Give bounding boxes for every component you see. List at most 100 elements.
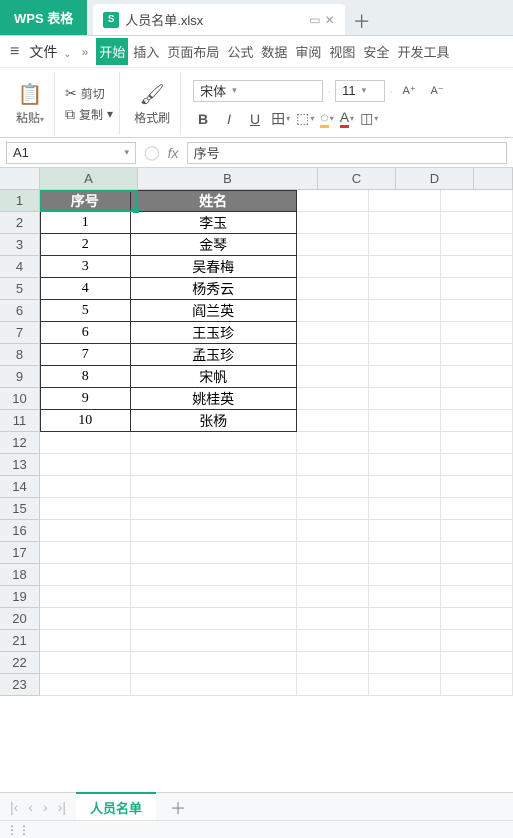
cell-E20[interactable] bbox=[441, 608, 513, 630]
cell-B8[interactable]: 孟玉珍 bbox=[131, 344, 297, 366]
cell-B7[interactable]: 王玉珍 bbox=[131, 322, 297, 344]
cell-A14[interactable] bbox=[40, 476, 131, 498]
column-header-C[interactable]: C bbox=[318, 168, 396, 190]
cell-E17[interactable] bbox=[441, 542, 513, 564]
cell-B22[interactable] bbox=[131, 652, 297, 674]
font-color-button[interactable]: A▾ bbox=[338, 108, 356, 130]
cell-E23[interactable] bbox=[441, 674, 513, 696]
cell-D1[interactable] bbox=[369, 190, 441, 212]
cell-A7[interactable]: 6 bbox=[40, 322, 131, 344]
decrease-font-button[interactable]: A⁻ bbox=[425, 80, 449, 102]
cell-E4[interactable] bbox=[441, 256, 513, 278]
bold-button[interactable]: B bbox=[191, 108, 215, 130]
row-header-15[interactable]: 15 bbox=[0, 498, 40, 520]
cell-B12[interactable] bbox=[131, 432, 297, 454]
cell-A9[interactable]: 8 bbox=[40, 366, 131, 388]
cell-E18[interactable] bbox=[441, 564, 513, 586]
cell-B19[interactable] bbox=[131, 586, 297, 608]
cell-A3[interactable]: 2 bbox=[40, 234, 131, 256]
cell-A16[interactable] bbox=[40, 520, 131, 542]
paste-button[interactable]: 📋 粘贴▾ bbox=[12, 80, 48, 128]
row-header-22[interactable]: 22 bbox=[0, 652, 40, 674]
cell-E7[interactable] bbox=[441, 322, 513, 344]
cell-C11[interactable] bbox=[297, 410, 369, 432]
cell-D22[interactable] bbox=[369, 652, 441, 674]
cell-E13[interactable] bbox=[441, 454, 513, 476]
cell-A10[interactable]: 9 bbox=[40, 388, 131, 410]
ribbon-tab-8[interactable]: 开发工具 bbox=[394, 38, 452, 65]
cell-E22[interactable] bbox=[441, 652, 513, 674]
cell-D6[interactable] bbox=[369, 300, 441, 322]
cell-E6[interactable] bbox=[441, 300, 513, 322]
cells-area[interactable]: 序号姓名1李玉2金琴3吴春梅4杨秀云5阎兰英6王玉珍7孟玉珍8宋帆9姚桂英10张… bbox=[40, 190, 513, 696]
row-header-13[interactable]: 13 bbox=[0, 454, 40, 476]
spreadsheet-grid[interactable]: ABCD 12345678910111213141516171819202122… bbox=[0, 168, 513, 744]
ribbon-tab-0[interactable]: 开始 bbox=[96, 38, 128, 65]
cancel-formula-icon[interactable]: ◯ bbox=[144, 144, 160, 161]
cell-D10[interactable] bbox=[369, 388, 441, 410]
cell-C19[interactable] bbox=[297, 586, 369, 608]
cell-D14[interactable] bbox=[369, 476, 441, 498]
cell-A11[interactable]: 10 bbox=[40, 410, 131, 432]
cell-D2[interactable] bbox=[369, 212, 441, 234]
cell-A23[interactable] bbox=[40, 674, 131, 696]
ribbon-tab-6[interactable]: 视图 bbox=[326, 38, 358, 65]
cell-D5[interactable] bbox=[369, 278, 441, 300]
cell-C23[interactable] bbox=[297, 674, 369, 696]
row-header-19[interactable]: 19 bbox=[0, 586, 40, 608]
row-header-9[interactable]: 9 bbox=[0, 366, 40, 388]
cell-B23[interactable] bbox=[131, 674, 297, 696]
cell-B14[interactable] bbox=[131, 476, 297, 498]
tab-menu-icon[interactable]: ▭ bbox=[309, 13, 320, 27]
cell-A22[interactable] bbox=[40, 652, 131, 674]
cell-A12[interactable] bbox=[40, 432, 131, 454]
cell-D12[interactable] bbox=[369, 432, 441, 454]
row-header-12[interactable]: 12 bbox=[0, 432, 40, 454]
cell-D20[interactable] bbox=[369, 608, 441, 630]
format-painter-button[interactable]: 🖌 格式刷 bbox=[130, 80, 174, 128]
cell-B13[interactable] bbox=[131, 454, 297, 476]
select-all-corner[interactable] bbox=[0, 168, 40, 190]
cell-B21[interactable] bbox=[131, 630, 297, 652]
last-sheet-icon[interactable]: ›| bbox=[54, 797, 70, 817]
cell-E16[interactable] bbox=[441, 520, 513, 542]
row-header-21[interactable]: 21 bbox=[0, 630, 40, 652]
cell-D23[interactable] bbox=[369, 674, 441, 696]
cell-A6[interactable]: 5 bbox=[40, 300, 131, 322]
cell-A21[interactable] bbox=[40, 630, 131, 652]
cell-D7[interactable] bbox=[369, 322, 441, 344]
cell-C10[interactable] bbox=[297, 388, 369, 410]
row-header-4[interactable]: 4 bbox=[0, 256, 40, 278]
cell-D9[interactable] bbox=[369, 366, 441, 388]
cell-E12[interactable] bbox=[441, 432, 513, 454]
cell-B10[interactable]: 姚桂英 bbox=[131, 388, 297, 410]
ribbon-tab-2[interactable]: 页面布局 bbox=[164, 38, 222, 65]
cell-C9[interactable] bbox=[297, 366, 369, 388]
cell-E3[interactable] bbox=[441, 234, 513, 256]
ribbon-tab-1[interactable]: 插入 bbox=[130, 38, 162, 65]
cell-A18[interactable] bbox=[40, 564, 131, 586]
fx-icon[interactable]: fx bbox=[168, 145, 179, 161]
first-sheet-icon[interactable]: |‹ bbox=[6, 797, 22, 817]
cell-B6[interactable]: 阎兰英 bbox=[131, 300, 297, 322]
cell-B17[interactable] bbox=[131, 542, 297, 564]
cell-B3[interactable]: 金琴 bbox=[131, 234, 297, 256]
column-header-D[interactable]: D bbox=[396, 168, 474, 190]
cell-E9[interactable] bbox=[441, 366, 513, 388]
font-size-select[interactable]: 11▾ bbox=[335, 80, 385, 102]
cell-C15[interactable] bbox=[297, 498, 369, 520]
row-header-23[interactable]: 23 bbox=[0, 674, 40, 696]
ribbon-tab-5[interactable]: 审阅 bbox=[292, 38, 324, 65]
cell-E2[interactable] bbox=[441, 212, 513, 234]
cell-E14[interactable] bbox=[441, 476, 513, 498]
cell-E15[interactable] bbox=[441, 498, 513, 520]
row-header-17[interactable]: 17 bbox=[0, 542, 40, 564]
increase-font-button[interactable]: A⁺ bbox=[397, 80, 421, 102]
font-name-select[interactable]: 宋体▾ bbox=[193, 80, 323, 102]
row-header-3[interactable]: 3 bbox=[0, 234, 40, 256]
row-header-11[interactable]: 11 bbox=[0, 410, 40, 432]
cell-D13[interactable] bbox=[369, 454, 441, 476]
cell-C4[interactable] bbox=[297, 256, 369, 278]
cell-E8[interactable] bbox=[441, 344, 513, 366]
cell-B11[interactable]: 张杨 bbox=[131, 410, 297, 432]
